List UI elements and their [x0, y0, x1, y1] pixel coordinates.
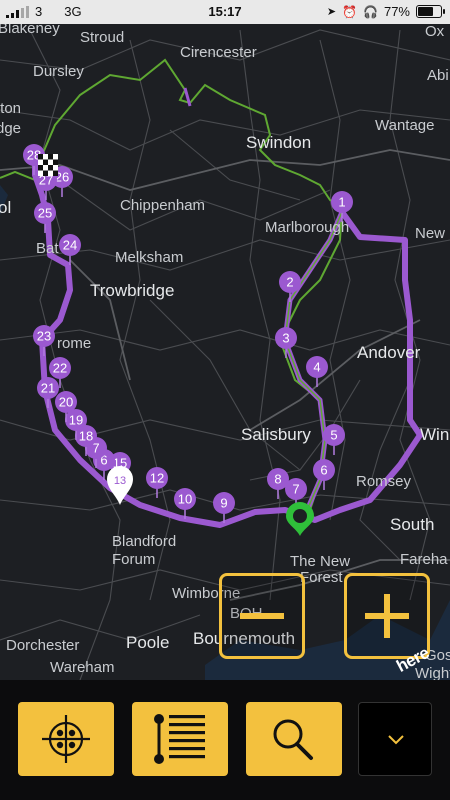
current-marker-number: 13 [114, 475, 126, 487]
place-label: Poole [126, 633, 169, 652]
waypoint-number: 23 [37, 329, 51, 344]
waypoint-number: 20 [59, 395, 73, 410]
search-icon [273, 719, 313, 760]
chevron-down-icon [388, 735, 404, 745]
waypoint-number: 25 [38, 206, 52, 221]
minus-icon [240, 613, 284, 619]
zoom-out-button[interactable] [219, 573, 305, 659]
place-label: New [415, 225, 445, 242]
bottom-toolbar [0, 680, 450, 800]
place-label: Ox [425, 24, 445, 40]
place-label: Chippenham [120, 197, 205, 214]
place-label: Forest [300, 569, 343, 586]
location-icon: ➤ [326, 6, 337, 18]
place-label: dge [0, 120, 21, 137]
place-label: Romsey [356, 473, 412, 490]
status-right: ➤ ⏰ 🎧 77% [326, 4, 445, 19]
waypoint-number: 1 [338, 195, 345, 210]
place-label: Win [420, 425, 449, 444]
status-bar: 3 3G 15:17 ➤ ⏰ 🎧 77% [0, 0, 450, 24]
place-label: South [390, 515, 434, 534]
waypoint-number: 24 [63, 238, 77, 253]
place-label: Melksham [115, 249, 183, 266]
place-label: Dorchester [6, 637, 79, 654]
waypoint-number: 6 [320, 463, 327, 478]
route-list-icon [154, 714, 205, 764]
waypoint-number: 3 [282, 331, 289, 346]
place-label: Stroud [80, 29, 124, 46]
battery-icon [416, 5, 445, 18]
crosshair-icon [42, 715, 90, 763]
waypoint-number: 19 [69, 413, 83, 428]
checkered-flag-icon[interactable] [38, 154, 58, 176]
waypoint-number: 9 [220, 496, 227, 511]
waypoint-number: 21 [41, 381, 55, 396]
route-list-button[interactable] [132, 702, 228, 776]
waypoint-number: 2 [286, 275, 293, 290]
headphones-icon: 🎧 [363, 4, 378, 19]
place-label: Dursley [33, 63, 84, 80]
place-label: tton [0, 100, 21, 117]
locate-button[interactable] [18, 702, 114, 776]
place-label: Blandford [112, 533, 176, 550]
place-label: Marlborough [265, 219, 349, 236]
place-label: Blakeney [0, 24, 60, 37]
alarm-icon: ⏰ [342, 4, 358, 19]
place-label: Andover [357, 343, 421, 362]
waypoint-number: 7 [292, 482, 299, 497]
place-label: rome [57, 335, 91, 352]
waypoint-number: 22 [53, 361, 67, 376]
place-label: Bat [36, 240, 59, 257]
waypoint-number: 12 [150, 471, 164, 486]
place-label: Wareham [50, 659, 114, 676]
place-label: Swindon [246, 133, 311, 152]
place-label: Forum [112, 551, 155, 568]
map-view[interactable]: Blakeney Stroud Cirencester Dursley Abi … [0, 24, 450, 680]
waypoint-number: 10 [178, 492, 192, 507]
plus-icon [365, 594, 409, 638]
place-label: Wantage [375, 117, 434, 134]
place-label: Salisbury [241, 425, 311, 444]
place-label: ol [0, 198, 11, 217]
waypoint-number: 4 [313, 360, 320, 375]
waypoint-number: 18 [79, 429, 93, 444]
place-label: Trowbridge [90, 281, 174, 300]
search-button[interactable] [246, 702, 342, 776]
place-label: Abi [427, 67, 449, 84]
battery-percent: 77% [383, 4, 410, 19]
place-label: Fareha [400, 551, 448, 568]
waypoint-number: 8 [274, 472, 281, 487]
place-label: Cirencester [180, 44, 257, 61]
more-button[interactable] [358, 702, 432, 776]
place-label: The New [290, 553, 350, 570]
waypoint-number: 5 [330, 428, 337, 443]
